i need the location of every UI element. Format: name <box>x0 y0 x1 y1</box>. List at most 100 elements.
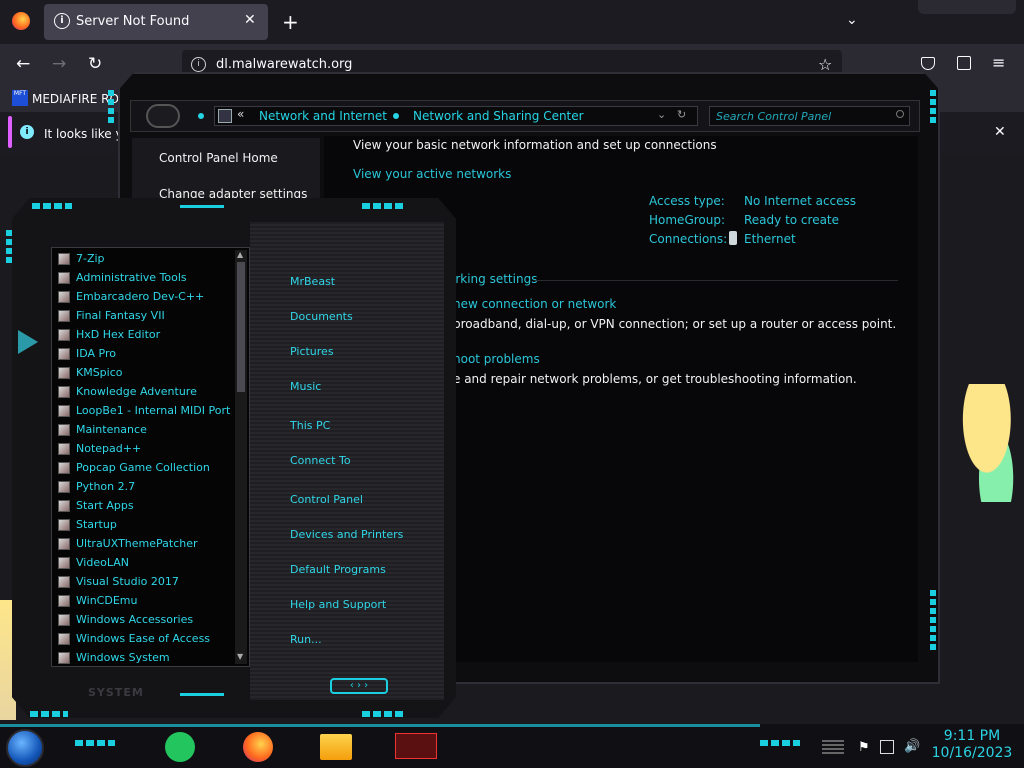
close-notification-icon[interactable]: ✕ <box>994 124 1006 140</box>
program-item[interactable]: LoopBe1 - Internal MIDI Port <box>58 402 234 421</box>
connections-value[interactable]: Ethernet <box>744 232 796 246</box>
site-info-icon[interactable]: i <box>191 57 206 72</box>
volume-icon[interactable]: 🔊 <box>904 739 920 754</box>
program-item[interactable]: Notepad++ <box>58 440 234 459</box>
program-item[interactable]: HxD Hex Editor <box>58 326 234 345</box>
program-item[interactable]: KMSpico <box>58 364 234 383</box>
new-connection-desc: broadband, dial-up, or VPN connection; o… <box>453 317 897 331</box>
taskbar-clock[interactable]: 9:11 PM 10/16/2023 <box>930 728 1014 762</box>
start-place-item[interactable]: Documents <box>290 310 353 323</box>
firefox-icon[interactable] <box>12 12 30 30</box>
action-center-flag-icon[interactable]: ⚑ <box>858 740 870 755</box>
breadcrumb-network-internet[interactable]: Network and Internet <box>259 109 387 123</box>
bookmark-mediafire[interactable]: MEDIAFIRE RO <box>32 92 119 106</box>
program-label: Administrative Tools <box>76 271 187 284</box>
network-tray-icon[interactable] <box>880 740 894 754</box>
scrollbar-thumb[interactable] <box>237 262 245 392</box>
tab-server-not-found[interactable]: i Server Not Found ✕ <box>44 4 268 40</box>
taskbar-accent <box>760 740 800 746</box>
program-label: LoopBe1 - Internal MIDI Port <box>76 404 231 417</box>
program-label: KMSpico <box>76 366 123 379</box>
search-icon[interactable] <box>896 110 904 118</box>
notification-accent <box>8 116 12 148</box>
program-item[interactable]: Start Apps <box>58 497 234 516</box>
new-tab-button[interactable]: + <box>282 10 299 34</box>
tab-title: Server Not Found <box>76 14 190 29</box>
program-item[interactable]: Administrative Tools <box>58 269 234 288</box>
scroll-up-icon[interactable]: ▲ <box>237 250 243 259</box>
desktop-character-image <box>962 384 1024 502</box>
url-text[interactable]: dl.malwarewatch.org <box>216 57 352 72</box>
ethernet-icon <box>729 231 737 245</box>
program-item[interactable]: IDA Pro <box>58 345 234 364</box>
start-place-item[interactable]: Default Programs <box>290 563 386 576</box>
back-button[interactable]: ← <box>16 54 30 74</box>
places-nav-arrows[interactable]: ‹ › › <box>330 678 388 694</box>
program-item[interactable]: 7-Zip <box>58 250 234 269</box>
clock-time: 9:11 PM <box>943 728 1001 744</box>
start-menu-side-accent <box>6 230 12 266</box>
menu-icon[interactable]: ≡ <box>992 53 1005 72</box>
program-shortcut-icon <box>58 462 70 474</box>
firefox-taskbar-icon[interactable] <box>243 732 273 762</box>
back-forward-orb[interactable] <box>146 104 180 128</box>
game-app-icon[interactable] <box>395 733 437 759</box>
program-item[interactable]: VideoLAN <box>58 554 234 573</box>
change-settings-heading: orking settings <box>448 272 538 286</box>
program-item[interactable]: WinCDEmu <box>58 592 234 611</box>
start-orb-button[interactable] <box>6 729 44 767</box>
troubleshoot-link[interactable]: hoot problems <box>453 352 540 366</box>
start-place-item[interactable]: Music <box>290 380 321 393</box>
reload-button[interactable]: ↻ <box>88 54 102 74</box>
program-item[interactable]: Windows System <box>58 649 234 668</box>
start-place-item[interactable]: Control Panel <box>290 493 363 506</box>
dropdown-icon[interactable]: ⌄ <box>657 108 666 121</box>
forward-button[interactable]: → <box>52 54 66 74</box>
chevrons-icon[interactable]: « <box>237 107 244 121</box>
start-place-item[interactable]: Pictures <box>290 345 334 358</box>
start-place-item[interactable]: This PC <box>290 419 330 432</box>
breadcrumb-sharing-center[interactable]: Network and Sharing Center <box>413 109 584 123</box>
start-place-item[interactable]: MrBeast <box>290 275 335 288</box>
tab-list-button[interactable]: ⌄ <box>846 12 858 28</box>
program-item[interactable]: Startup <box>58 516 234 535</box>
file-explorer-icon[interactable] <box>320 734 352 760</box>
program-label: VideoLAN <box>76 556 129 569</box>
program-label: Python 2.7 <box>76 480 136 493</box>
program-item[interactable]: Visual Studio 2017 <box>58 573 234 592</box>
program-item[interactable]: Maintenance <box>58 421 234 440</box>
program-shortcut-icon <box>58 405 70 417</box>
control-panel-home-link[interactable]: Control Panel Home <box>159 151 278 165</box>
start-place-item[interactable]: Devices and Printers <box>290 528 403 541</box>
start-place-item[interactable]: Connect To <box>290 454 351 467</box>
new-connection-link[interactable]: new connection or network <box>453 297 616 311</box>
taskbar-accent <box>75 740 115 746</box>
program-item[interactable]: Windows Ease of Access <box>58 630 234 649</box>
program-item[interactable]: Knowledge Adventure <box>58 383 234 402</box>
info-icon: i <box>20 125 34 139</box>
mediafire-icon: MFT <box>12 90 28 106</box>
address-bar[interactable]: « Network and Internet Network and Shari… <box>214 106 698 126</box>
window-controls[interactable] <box>918 0 1016 14</box>
program-item[interactable]: Python 2.7 <box>58 478 234 497</box>
program-item[interactable]: Windows Accessories <box>58 611 234 630</box>
bookmark-star-icon[interactable]: ☆ <box>818 55 832 74</box>
access-type-value: No Internet access <box>744 194 857 208</box>
pin-arrow-icon[interactable] <box>18 330 38 354</box>
start-place-item[interactable]: Help and Support <box>290 598 386 611</box>
program-shortcut-icon <box>58 329 70 341</box>
scroll-down-icon[interactable]: ▼ <box>237 652 243 661</box>
program-item[interactable]: Final Fantasy VII <box>58 307 234 326</box>
start-place-item[interactable]: Run... <box>290 633 322 646</box>
program-item[interactable]: Embarcadero Dev-C++ <box>58 288 234 307</box>
homegroup-value[interactable]: Ready to create <box>744 213 839 227</box>
refresh-icon[interactable]: ↻ <box>677 108 686 121</box>
program-item[interactable]: Popcap Game Collection <box>58 459 234 478</box>
notes-app-icon[interactable] <box>165 732 195 762</box>
program-item[interactable]: UltraUXThemePatcher <box>58 535 234 554</box>
close-tab-icon[interactable]: ✕ <box>244 12 256 28</box>
search-control-panel[interactable]: Search Control Panel <box>709 106 910 126</box>
extensions-icon[interactable] <box>957 56 971 70</box>
program-label: Maintenance <box>76 423 147 436</box>
program-label: Embarcadero Dev-C++ <box>76 290 205 303</box>
